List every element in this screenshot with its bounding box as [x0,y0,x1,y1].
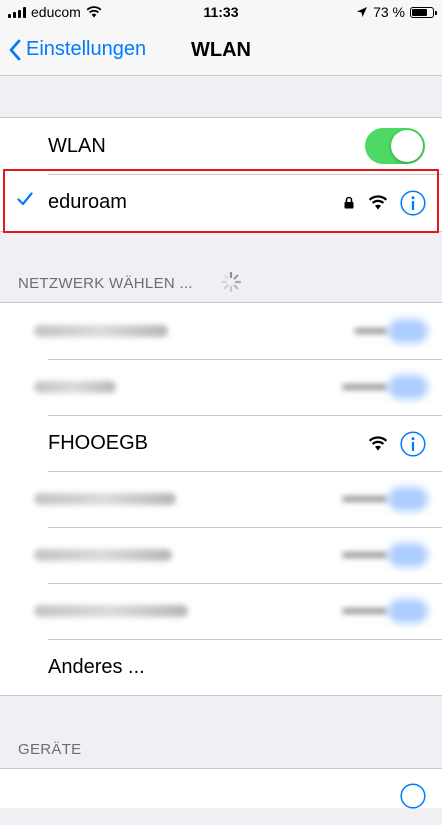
blurred-network-icons [342,319,432,343]
network-row-blurred[interactable] [0,527,442,583]
network-name: FHOOEGB [48,432,149,454]
wifi-signal-icon [368,436,388,451]
toggle-knob [391,130,423,162]
battery-percentage: 73 % [373,4,405,20]
network-section-header: NETZWERK WÄHLEN ... [18,275,193,292]
battery-icon [410,6,437,18]
connected-network-name: eduroam [48,191,127,213]
devices-list [0,768,442,809]
wifi-signal-icon [368,195,388,210]
navigation-bar: Einstellungen WLAN [0,26,442,76]
lock-icon [344,196,354,209]
wlan-toggle-label: WLAN [48,135,106,157]
blurred-network-name [34,493,176,505]
network-list: FHOOEGB Anderes ... [0,302,442,696]
wlan-toggle-row: WLAN [0,118,442,174]
blurred-network-icons [342,599,432,623]
location-arrow-icon [357,7,368,17]
info-icon[interactable] [400,190,426,216]
network-row-blurred[interactable] [0,359,442,415]
network-row-blurred[interactable] [0,471,442,527]
page-title: WLAN [191,39,251,61]
device-row[interactable] [0,769,442,825]
loading-spinner-icon [220,271,242,293]
other-network-row[interactable]: Anderes ... [0,639,442,695]
network-row-fhooegb[interactable]: FHOOEGB [0,415,442,471]
blurred-network-name [34,605,188,617]
connected-network-row[interactable]: eduroam [0,174,442,230]
network-row-blurred[interactable] [0,303,442,359]
info-icon[interactable] [400,431,426,457]
blurred-network-icons [342,543,432,567]
blurred-network-name [34,549,172,561]
network-row-blurred[interactable] [0,583,442,639]
status-right: 73 % [356,4,437,20]
blurred-network-icons [342,375,432,399]
wlan-group: WLAN eduroam [0,117,442,232]
status-bar: educom 11:33 73 % [0,0,442,26]
checkmark-icon [17,192,33,206]
blurred-network-name [34,381,116,393]
devices-section-header: GERÄTE [18,741,82,758]
other-network-label: Anderes ... [48,656,145,678]
wlan-toggle-switch[interactable] [365,128,425,164]
blurred-network-icons [342,487,432,511]
blurred-network-name [34,325,168,337]
